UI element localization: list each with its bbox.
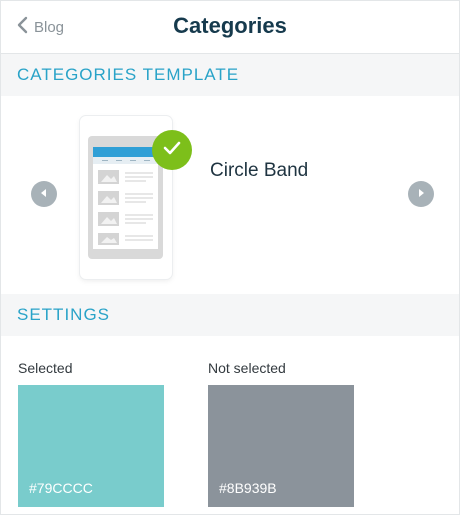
selected-color-swatch[interactable]: #79CCCC	[18, 385, 164, 507]
selected-check-badge	[152, 130, 192, 170]
not-selected-color-value: #8B939B	[219, 480, 277, 496]
selected-color-label: Selected	[18, 360, 73, 376]
template-name: Circle Band	[210, 160, 309, 181]
previous-template-button[interactable]	[31, 181, 57, 207]
top-bar: Blog Categories	[1, 1, 459, 54]
selected-color-value: #79CCCC	[29, 480, 93, 496]
arrow-left-icon	[39, 185, 49, 203]
page-title: Categories	[173, 13, 287, 38]
arrow-right-icon	[416, 185, 426, 203]
categories-screen: Blog Categories CATEGORIES TEMPLATE Circ…	[0, 0, 460, 515]
section-header-categories-template: CATEGORIES TEMPLATE	[1, 54, 459, 96]
not-selected-color-swatch[interactable]: #8B939B	[208, 385, 354, 507]
checkmark-icon	[162, 140, 182, 161]
template-carousel: Circle Band	[1, 96, 459, 294]
not-selected-color-label: Not selected	[208, 360, 286, 376]
section-header-settings: SETTINGS	[1, 294, 459, 336]
next-template-button[interactable]	[408, 181, 434, 207]
